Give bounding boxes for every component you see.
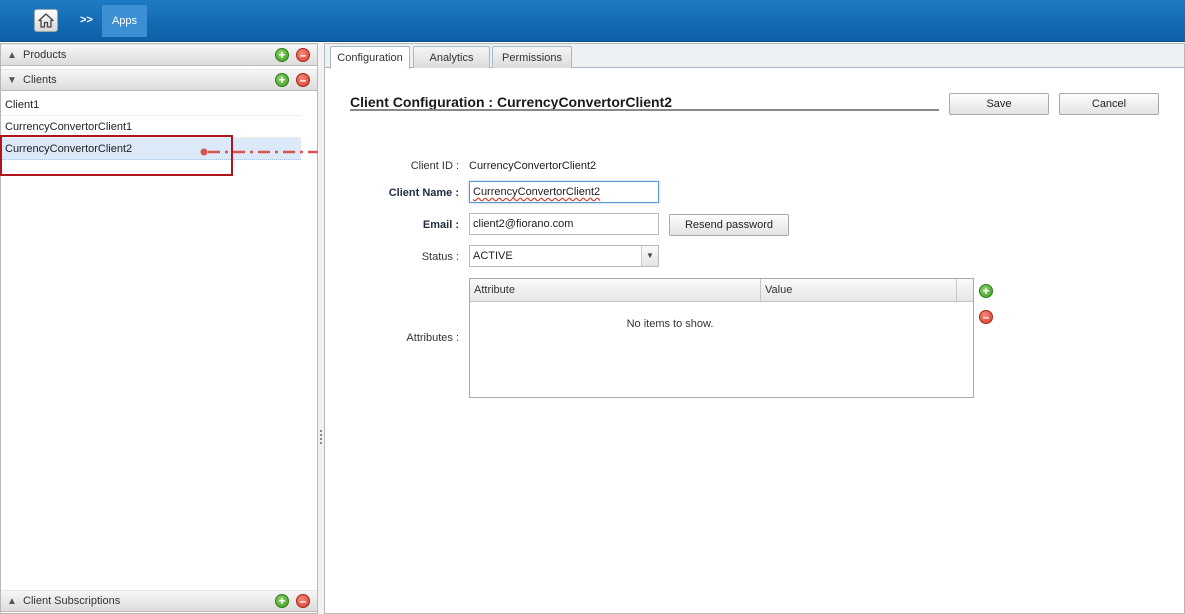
tab-permissions[interactable]: Permissions bbox=[492, 46, 572, 68]
remove-attribute-button[interactable]: – bbox=[979, 310, 993, 324]
tab-bar: Configuration Analytics Permissions bbox=[325, 44, 1184, 69]
client-id-label: Client ID : bbox=[410, 160, 459, 172]
add-product-button[interactable]: + bbox=[275, 48, 289, 62]
remove-product-button[interactable]: – bbox=[296, 48, 310, 62]
chevron-up-icon[interactable]: ▲ bbox=[1, 596, 23, 607]
splitter-grip-icon[interactable] bbox=[320, 430, 322, 446]
status-value: ACTIVE bbox=[473, 250, 513, 262]
right-panel: Configuration Analytics Permissions Clie… bbox=[324, 43, 1185, 614]
products-title: Products bbox=[23, 49, 67, 61]
attributes-label: Attributes : bbox=[406, 332, 459, 344]
chevron-down-icon[interactable]: ▼ bbox=[1, 75, 23, 86]
add-subscription-button[interactable]: + bbox=[275, 594, 289, 608]
tab-configuration[interactable]: Configuration bbox=[330, 46, 410, 69]
subscriptions-header[interactable]: ▲ Client Subscriptions + – bbox=[1, 590, 317, 612]
page-title: Client Configuration : CurrencyConvertor… bbox=[350, 94, 673, 110]
clients-title: Clients bbox=[23, 74, 57, 86]
status-label: Status : bbox=[421, 251, 459, 263]
attributes-grid: Attribute Value No items to show. bbox=[469, 278, 974, 398]
list-item[interactable]: Client1 bbox=[1, 94, 301, 116]
email-input[interactable]: client2@fiorano.com bbox=[469, 213, 659, 235]
column-value[interactable]: Value bbox=[761, 279, 957, 302]
subscriptions-title: Client Subscriptions bbox=[23, 595, 121, 607]
chevron-down-icon[interactable]: ▼ bbox=[641, 246, 658, 266]
products-header[interactable]: ▲ Products + – bbox=[1, 44, 317, 66]
client-id-value: CurrencyConvertorClient2 bbox=[469, 160, 597, 172]
tab-analytics[interactable]: Analytics bbox=[413, 46, 490, 68]
top-bar: >> Apps bbox=[0, 0, 1185, 42]
left-panel: ▲ Products + – ▼ Clients + – Client1 Cur… bbox=[0, 43, 318, 614]
email-label: Email : bbox=[422, 219, 459, 231]
status-select[interactable]: ACTIVE ▼ bbox=[469, 245, 659, 267]
home-button[interactable] bbox=[34, 9, 58, 32]
chevron-up-icon[interactable]: ▲ bbox=[1, 50, 23, 61]
resend-password-button[interactable]: Resend password bbox=[669, 214, 789, 236]
grid-header: Attribute Value bbox=[470, 279, 973, 302]
home-icon bbox=[38, 13, 54, 28]
cancel-button[interactable]: Cancel bbox=[1059, 93, 1159, 115]
client-name-value: CurrencyConvertorClient2 bbox=[473, 186, 601, 198]
grid-empty-message: No items to show. bbox=[626, 318, 714, 330]
remove-subscription-button[interactable]: – bbox=[296, 594, 310, 608]
breadcrumb-apps[interactable]: Apps bbox=[102, 5, 147, 37]
remove-client-button[interactable]: – bbox=[296, 73, 310, 87]
column-attribute[interactable]: Attribute bbox=[470, 279, 761, 302]
title-divider bbox=[350, 109, 939, 111]
email-value: client2@fiorano.com bbox=[473, 218, 574, 230]
clients-header[interactable]: ▼ Clients + – bbox=[1, 69, 317, 91]
add-client-button[interactable]: + bbox=[275, 73, 289, 87]
breadcrumb-separator: >> bbox=[80, 14, 93, 26]
save-button[interactable]: Save bbox=[949, 93, 1049, 115]
add-attribute-button[interactable]: + bbox=[979, 284, 993, 298]
client-name-input[interactable]: CurrencyConvertorClient2 bbox=[469, 181, 659, 203]
client-name-label: Client Name : bbox=[388, 187, 459, 199]
